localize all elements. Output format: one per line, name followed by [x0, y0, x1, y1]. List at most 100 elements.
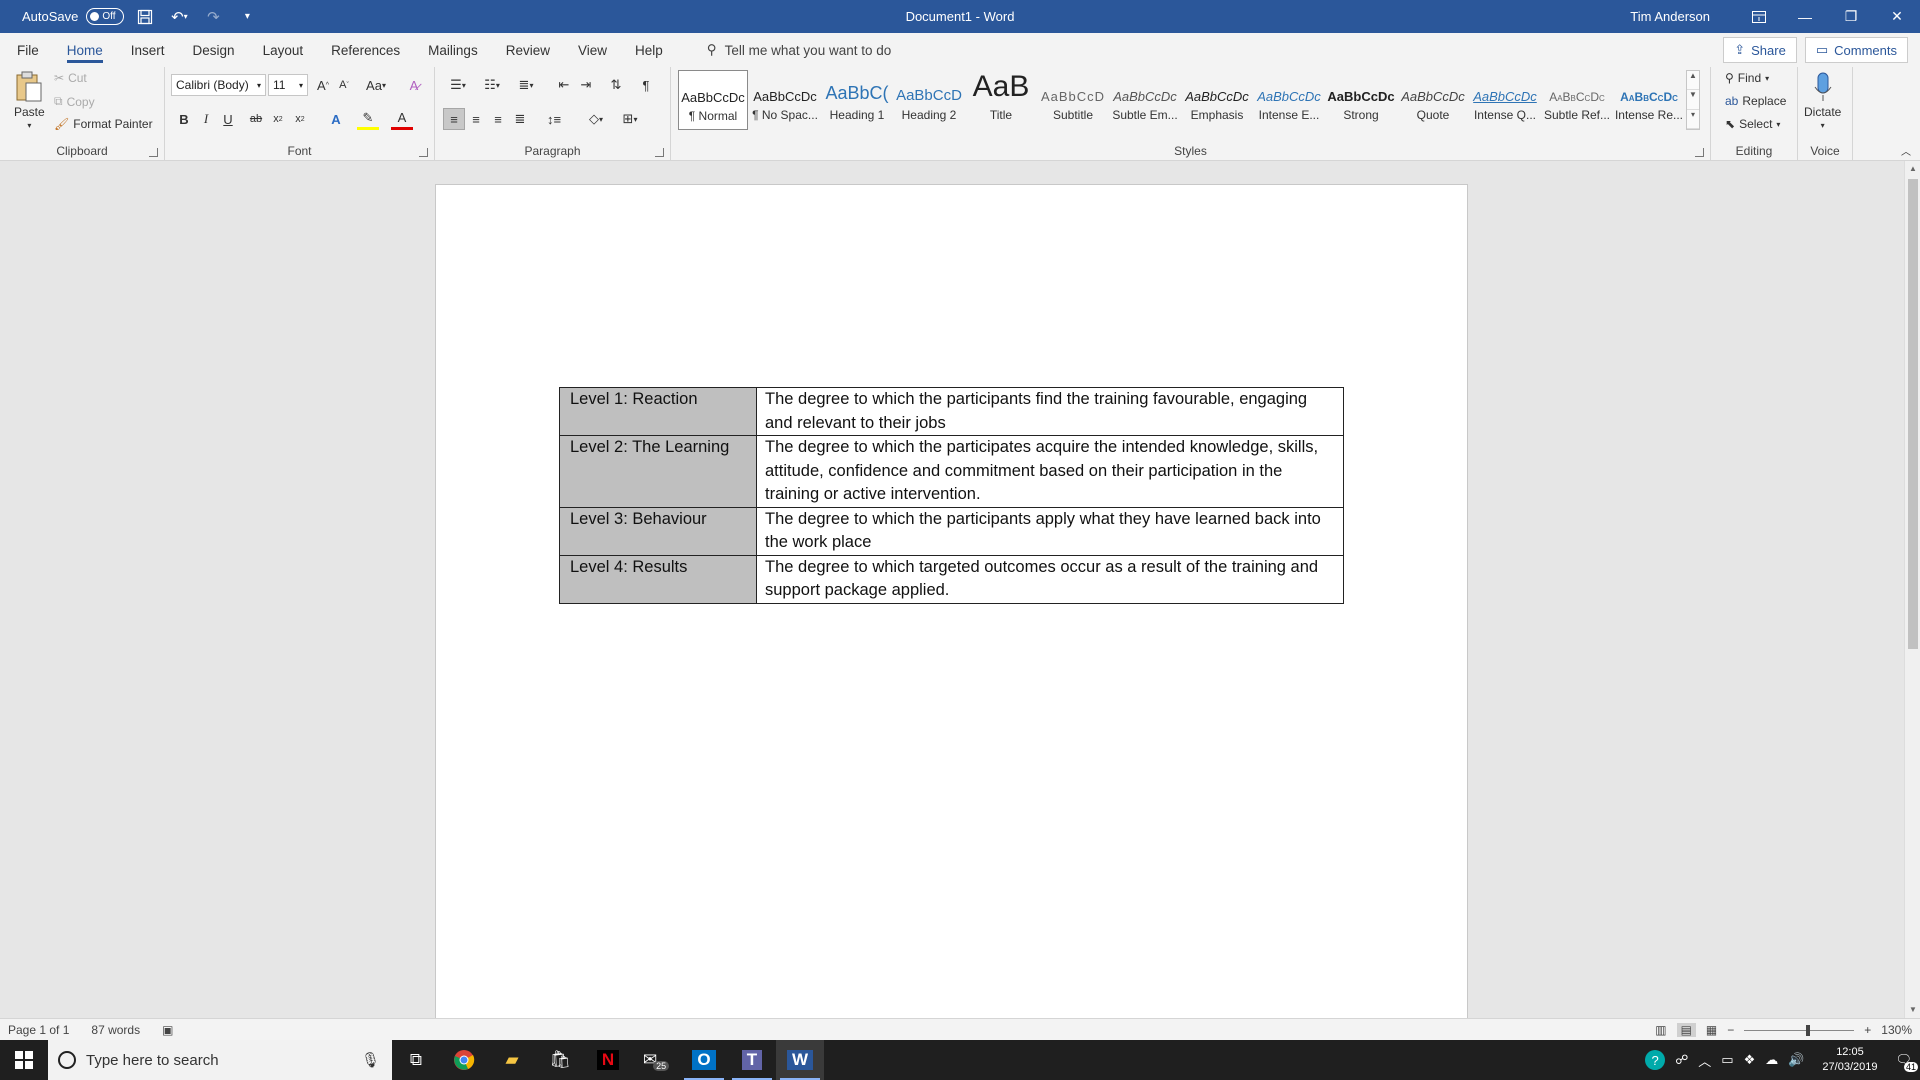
- zoom-in-icon[interactable]: +: [1864, 1023, 1871, 1037]
- style-subtitle[interactable]: AaBbCcD Subtitle: [1038, 70, 1108, 130]
- find-button[interactable]: ⚲ Find ▾: [1725, 71, 1769, 85]
- align-right-icon[interactable]: ≡: [487, 108, 509, 130]
- style-emphasis[interactable]: AaBbCcDc Emphasis: [1182, 70, 1252, 130]
- save-icon[interactable]: [132, 4, 158, 30]
- tab-view[interactable]: View: [564, 33, 621, 67]
- clock[interactable]: 12:05 27/03/2019: [1822, 1045, 1877, 1075]
- task-view-icon[interactable]: ⧉: [392, 1040, 440, 1080]
- redo-icon[interactable]: ↷: [200, 4, 226, 30]
- style-title[interactable]: AaB Title: [966, 70, 1036, 130]
- style-subtle-reference[interactable]: AaBbCcDc Subtle Ref...: [1542, 70, 1612, 130]
- help-icon[interactable]: ?: [1645, 1050, 1666, 1070]
- table-row[interactable]: Level 3: Behaviour The degree to which t…: [559, 506, 1344, 556]
- tab-references[interactable]: References: [317, 33, 414, 67]
- collapse-ribbon-icon[interactable]: ︿: [1895, 139, 1917, 161]
- table-cell-level[interactable]: Level 4: Results: [559, 554, 757, 604]
- tab-file[interactable]: File: [0, 33, 53, 67]
- format-painter-button[interactable]: 🖌 Format Painter: [54, 117, 153, 131]
- table-cell-description[interactable]: The degree to which the participants fin…: [756, 387, 1344, 436]
- restore-icon[interactable]: ❐: [1828, 0, 1874, 33]
- clipboard-launcher-icon[interactable]: [149, 148, 158, 157]
- netflix-icon[interactable]: N: [584, 1040, 632, 1080]
- table-cell-level[interactable]: Level 1: Reaction: [559, 387, 757, 436]
- zoom-level[interactable]: 130%: [1881, 1023, 1912, 1037]
- style-quote[interactable]: AaBbCcDc Quote: [1398, 70, 1468, 130]
- styles-more-icon[interactable]: ▾: [1687, 110, 1699, 129]
- paste-button[interactable]: Paste ▾: [14, 71, 45, 130]
- windows-start-icon[interactable]: [0, 1040, 48, 1080]
- change-case-icon[interactable]: Aa ▾: [361, 74, 391, 96]
- bold-icon[interactable]: B: [173, 108, 195, 130]
- kirkpatrick-table[interactable]: Level 1: Reaction The degree to which th…: [559, 387, 1344, 604]
- microphone-icon[interactable]: 🎙: [361, 1051, 380, 1069]
- comments-button[interactable]: ▭ Comments: [1804, 37, 1908, 63]
- underline-icon[interactable]: U: [217, 108, 239, 130]
- share-button[interactable]: ⇪ Share: [1723, 37, 1797, 63]
- justify-icon[interactable]: ≣: [509, 108, 531, 130]
- styles-gallery-scroll[interactable]: ▲ ▼ ▾: [1686, 70, 1700, 130]
- user-name[interactable]: Tim Anderson: [1630, 9, 1710, 24]
- read-mode-icon[interactable]: ▥: [1655, 1023, 1666, 1037]
- replace-button[interactable]: ab Replace: [1725, 94, 1786, 108]
- font-color-icon[interactable]: A: [391, 108, 413, 130]
- scroll-thumb[interactable]: [1908, 179, 1918, 649]
- scroll-down-icon[interactable]: ▼: [1905, 1002, 1920, 1018]
- styles-up-icon[interactable]: ▲: [1687, 71, 1699, 91]
- tab-design[interactable]: Design: [179, 33, 249, 67]
- teams-icon[interactable]: T: [728, 1040, 776, 1080]
- style-strong[interactable]: AaBbCcDc Strong: [1326, 70, 1396, 130]
- paragraph-launcher-icon[interactable]: [655, 148, 664, 157]
- multilevel-list-icon[interactable]: ≣ ▾: [511, 74, 541, 96]
- styles-down-icon[interactable]: ▼: [1687, 90, 1699, 110]
- proofing-icon[interactable]: ▣: [162, 1023, 173, 1037]
- font-size-select[interactable]: 11 ▾: [268, 74, 308, 96]
- tell-me-box[interactable]: ⚲ Tell me what you want to do: [707, 42, 891, 58]
- subscript-icon[interactable]: x2: [267, 108, 289, 130]
- table-row[interactable]: Level 4: Results The degree to which tar…: [559, 554, 1344, 604]
- select-button[interactable]: ⬉ Select ▾: [1725, 117, 1780, 131]
- cut-button[interactable]: ✂ Cut: [54, 71, 87, 85]
- style-intense-reference[interactable]: AaBbCcDc Intense Re...: [1614, 70, 1684, 130]
- document-area[interactable]: Level 1: Reaction The degree to which th…: [0, 161, 1904, 1018]
- align-left-icon[interactable]: ≡: [443, 108, 465, 130]
- superscript-icon[interactable]: x2: [289, 108, 311, 130]
- styles-launcher-icon[interactable]: [1695, 148, 1704, 157]
- page-count[interactable]: Page 1 of 1: [8, 1023, 69, 1037]
- close-icon[interactable]: ✕: [1874, 0, 1920, 33]
- table-row[interactable]: Level 1: Reaction The degree to which th…: [559, 387, 1344, 436]
- copy-button[interactable]: ⧉ Copy: [54, 94, 95, 109]
- grow-font-icon[interactable]: A ^: [312, 74, 334, 96]
- italic-icon[interactable]: I: [195, 108, 217, 130]
- decrease-indent-icon[interactable]: ⇤: [553, 74, 575, 96]
- text-effects-icon[interactable]: A: [325, 108, 347, 130]
- shading-icon[interactable]: ◇ ▾: [581, 108, 611, 130]
- tab-home[interactable]: Home: [53, 33, 117, 67]
- outlook-icon[interactable]: O: [680, 1040, 728, 1080]
- tab-layout[interactable]: Layout: [249, 33, 318, 67]
- line-spacing-icon[interactable]: ↕≡: [539, 108, 569, 130]
- vertical-scrollbar[interactable]: ▲ ▼: [1904, 161, 1920, 1018]
- store-icon[interactable]: 🛍: [536, 1040, 584, 1080]
- tab-mailings[interactable]: Mailings: [414, 33, 492, 67]
- ribbon-display-options-icon[interactable]: [1736, 0, 1782, 33]
- zoom-slider-thumb[interactable]: [1806, 1024, 1811, 1036]
- tab-help[interactable]: Help: [621, 33, 677, 67]
- font-launcher-icon[interactable]: [419, 148, 428, 157]
- document-page[interactable]: Level 1: Reaction The degree to which th…: [435, 184, 1468, 1018]
- table-cell-description[interactable]: The degree to which targeted outcomes oc…: [756, 554, 1344, 604]
- font-name-select[interactable]: Calibri (Body) ▾: [171, 74, 266, 96]
- mail-icon[interactable]: ✉ 25: [632, 1040, 680, 1080]
- print-layout-icon[interactable]: ▤: [1676, 1023, 1696, 1037]
- word-icon[interactable]: W: [776, 1040, 824, 1080]
- file-explorer-icon[interactable]: ▰: [488, 1040, 536, 1080]
- style-no-spacing[interactable]: AaBbCcDc ¶ No Spac...: [750, 70, 820, 130]
- tab-review[interactable]: Review: [492, 33, 564, 67]
- strikethrough-icon[interactable]: ab: [245, 108, 267, 130]
- table-cell-level[interactable]: Level 3: Behaviour: [559, 506, 757, 556]
- network-icon[interactable]: ▭: [1721, 1052, 1733, 1068]
- dictate-button[interactable]: Dictate ▾: [1804, 71, 1841, 130]
- style-intense-emphasis[interactable]: AaBbCcDc Intense E...: [1254, 70, 1324, 130]
- table-cell-description[interactable]: The degree to which the participates acq…: [756, 435, 1344, 508]
- people-icon[interactable]: ☍: [1675, 1052, 1688, 1068]
- autosave-toggle[interactable]: Off: [86, 8, 125, 25]
